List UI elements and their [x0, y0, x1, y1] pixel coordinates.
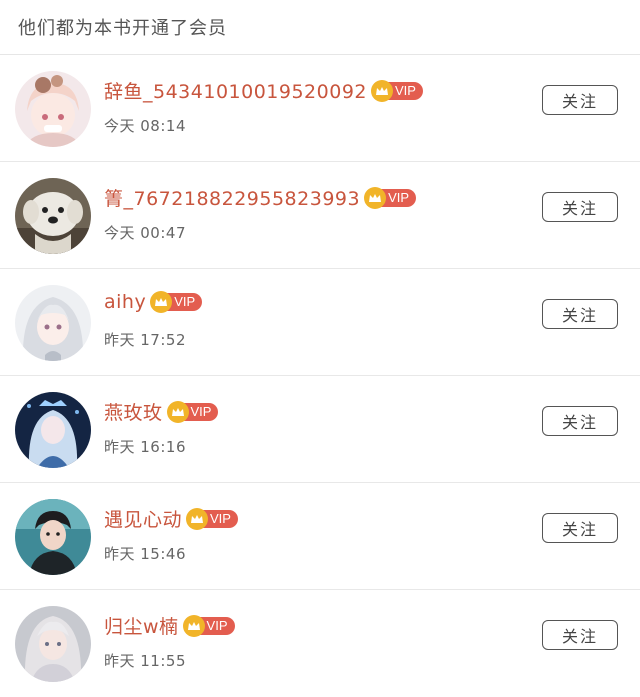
silver-hair-girl-avatar — [15, 606, 91, 682]
follow-button[interactable]: 关注 — [542, 299, 618, 329]
join-time: 昨天 17:52 — [104, 331, 186, 349]
user-avatar[interactable] — [15, 71, 91, 147]
follow-button[interactable]: 关注 — [542, 620, 618, 650]
white-hair-anime-avatar — [15, 285, 91, 361]
user-name-line: aihy VIP — [104, 291, 203, 313]
user-avatar[interactable] — [15, 606, 91, 682]
crown-icon — [371, 79, 394, 102]
page-header: 他们都为本书开通了会员 — [0, 0, 640, 55]
follow-button[interactable]: 关注 — [542, 406, 618, 436]
crown-icon — [182, 614, 205, 637]
list-item[interactable]: 归尘w楠 VIP 昨天 11:55 关注 — [0, 590, 640, 697]
page-title: 他们都为本书开通了会员 — [18, 18, 227, 39]
vip-badge: VIP — [182, 614, 235, 637]
member-list: 辞鱼_5434101001952009​2 VIP 今天 08:14 关注 — [0, 55, 640, 697]
vip-badge: VIP — [371, 79, 423, 102]
anime-girl-avatar — [15, 71, 91, 147]
user-name[interactable]: 箐_7672188229558239​93 — [104, 184, 360, 211]
user-name[interactable]: 遇见心动 — [104, 505, 182, 532]
user-avatar[interactable] — [15, 392, 91, 468]
list-item[interactable]: 辞鱼_5434101001952009​2 VIP 今天 08:14 关注 — [0, 55, 640, 162]
join-time: 昨天 11:55 — [104, 652, 186, 670]
join-time: 今天 08:14 — [104, 117, 186, 135]
boy-portrait-avatar — [15, 499, 91, 575]
vip-badge: VIP — [364, 186, 417, 209]
user-name-line: 燕玫玫 VIP — [104, 398, 219, 425]
user-name[interactable]: aihy — [104, 291, 146, 313]
list-item[interactable]: aihy VIP 昨天 17:52 关注 — [0, 269, 640, 376]
join-time: 今天 00:47 — [104, 224, 186, 242]
white-dog-avatar — [15, 178, 91, 254]
user-name-line: 箐_7672188229558239​93 VIP — [104, 184, 417, 211]
user-name[interactable]: 归尘w楠 — [104, 612, 179, 639]
follow-button[interactable]: 关注 — [542, 513, 618, 543]
user-name-line: 遇见心动 VIP — [104, 505, 238, 532]
user-name-line: 归尘w楠 VIP — [104, 612, 235, 639]
join-time: 昨天 15:46 — [104, 545, 186, 563]
blue-princess-avatar — [15, 392, 91, 468]
follow-button[interactable]: 关注 — [542, 192, 618, 222]
list-item[interactable]: 箐_7672188229558239​93 VIP 今天 00:47 关注 — [0, 162, 640, 269]
follow-button[interactable]: 关注 — [542, 85, 618, 115]
crown-icon — [186, 507, 209, 530]
crown-icon — [364, 186, 387, 209]
crown-icon — [166, 400, 189, 423]
join-time: 昨天 16:16 — [104, 438, 186, 456]
user-avatar[interactable] — [15, 178, 91, 254]
user-avatar[interactable] — [15, 285, 91, 361]
list-item[interactable]: 遇见心动 VIP 昨天 15:46 关注 — [0, 483, 640, 590]
vip-badge: VIP — [150, 291, 203, 313]
user-avatar[interactable] — [15, 499, 91, 575]
vip-badge: VIP — [186, 507, 238, 530]
list-item[interactable]: 燕玫玫 VIP 昨天 16:16 关注 — [0, 376, 640, 483]
vip-badge: VIP — [166, 400, 219, 423]
user-name-line: 辞鱼_5434101001952009​2 VIP — [104, 77, 423, 104]
user-name[interactable]: 辞鱼_5434101001952009​2 — [104, 77, 367, 104]
user-name[interactable]: 燕玫玫 — [104, 398, 163, 425]
